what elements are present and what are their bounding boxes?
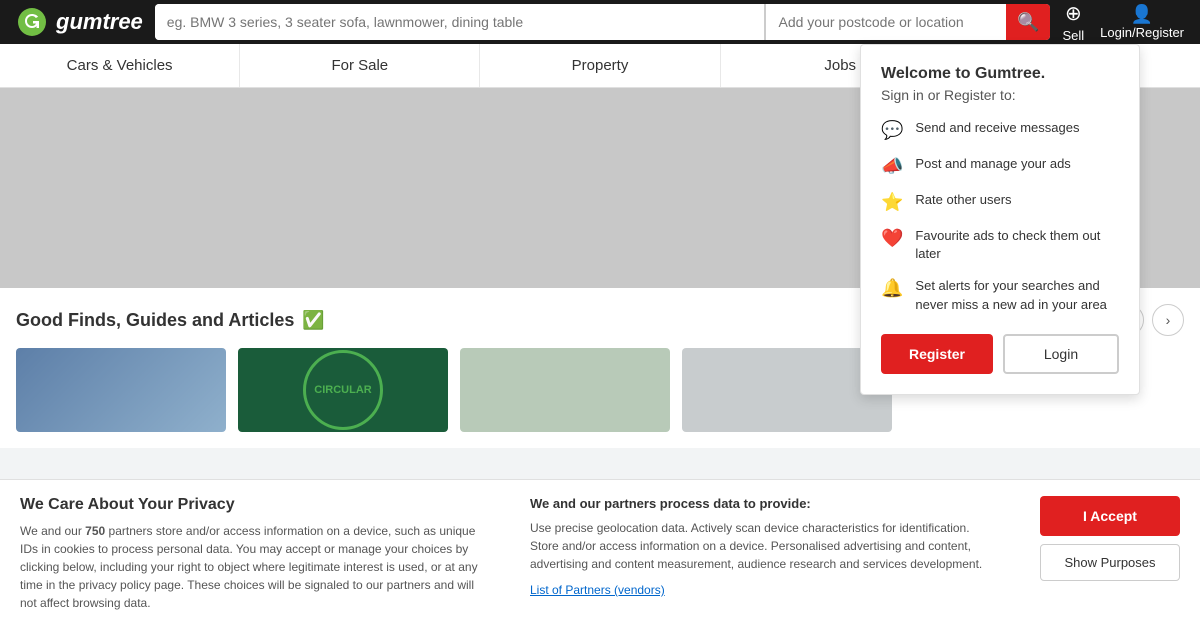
dropdown-actions: Register Login bbox=[881, 334, 1119, 374]
logo[interactable]: gumtree bbox=[16, 6, 143, 38]
dropdown-subtitle: Sign in or Register to: bbox=[881, 87, 1119, 103]
dropdown-item-rate-text: Rate other users bbox=[915, 191, 1011, 209]
logo-text: gumtree bbox=[56, 9, 143, 35]
rate-icon: ⭐ bbox=[881, 192, 903, 213]
privacy-banner: We Care About Your Privacy We and our 75… bbox=[0, 479, 1200, 628]
articles-title: Good Finds, Guides and Articles ✅ bbox=[16, 310, 325, 331]
alerts-icon: 🔔 bbox=[881, 278, 903, 299]
login-label: Login/Register bbox=[1100, 25, 1184, 40]
dropdown-title: Welcome to Gumtree. bbox=[881, 65, 1119, 83]
header-actions: ⊕ Sell 👤 Login/Register bbox=[1062, 1, 1184, 43]
dropdown-item-alerts: 🔔 Set alerts for your searches and never… bbox=[881, 277, 1119, 313]
search-button[interactable]: 🔍 bbox=[1006, 4, 1050, 40]
search-icon: 🔍 bbox=[1017, 12, 1039, 33]
messages-icon: 💬 bbox=[881, 120, 903, 141]
dropdown-item-messages-text: Send and receive messages bbox=[915, 119, 1079, 137]
sell-button[interactable]: ⊕ Sell bbox=[1062, 1, 1084, 43]
location-input[interactable] bbox=[766, 4, 1006, 40]
privacy-right-title: We and our partners process data to prov… bbox=[530, 496, 1000, 511]
dropdown-item-favourite-text: Favourite ads to check them out later bbox=[915, 227, 1119, 263]
privacy-left: We Care About Your Privacy We and our 75… bbox=[20, 496, 490, 612]
search-input[interactable] bbox=[155, 4, 766, 40]
show-purposes-button[interactable]: Show Purposes bbox=[1040, 544, 1180, 581]
dropdown-item-ads: 📣 Post and manage your ads bbox=[881, 155, 1119, 177]
dropdown-item-messages: 💬 Send and receive messages bbox=[881, 119, 1119, 141]
privacy-right-text: Use precise geolocation data. Actively s… bbox=[530, 519, 1000, 573]
register-button[interactable]: Register bbox=[881, 334, 993, 374]
dropdown-item-rate: ⭐ Rate other users bbox=[881, 191, 1119, 213]
articles-title-text: Good Finds, Guides and Articles bbox=[16, 310, 294, 331]
plus-icon: ⊕ bbox=[1062, 1, 1084, 26]
nav-item-cars[interactable]: Cars & Vehicles bbox=[0, 44, 240, 87]
accept-button[interactable]: I Accept bbox=[1040, 496, 1180, 536]
search-bar: 🔍 bbox=[155, 4, 1051, 40]
privacy-text: We and our 750 partners store and/or acc… bbox=[20, 522, 490, 612]
privacy-right: We and our partners process data to prov… bbox=[530, 496, 1000, 599]
nav-item-property[interactable]: Property bbox=[480, 44, 720, 87]
next-arrow-icon: › bbox=[1166, 312, 1171, 328]
user-icon: 👤 bbox=[1131, 4, 1153, 25]
privacy-partner-count: 750 bbox=[85, 524, 105, 538]
favourite-icon: ❤️ bbox=[881, 228, 903, 249]
nav-label-jobs: Jobs bbox=[824, 57, 856, 74]
article-card-3[interactable] bbox=[460, 348, 670, 432]
partners-link[interactable]: List of Partners (vendors) bbox=[530, 583, 665, 597]
verified-icon: ✅ bbox=[302, 310, 324, 331]
header: gumtree 🔍 ⊕ Sell 👤 Login/Register bbox=[0, 0, 1200, 44]
nav-item-forsale[interactable]: For Sale bbox=[240, 44, 480, 87]
privacy-buttons: I Accept Show Purposes bbox=[1040, 496, 1180, 581]
ads-icon: 📣 bbox=[881, 156, 903, 177]
sell-label: Sell bbox=[1062, 28, 1084, 43]
dropdown-item-alerts-text: Set alerts for your searches and never m… bbox=[915, 277, 1119, 313]
nav-label-cars: Cars & Vehicles bbox=[67, 57, 173, 74]
login-action-button[interactable]: Login bbox=[1003, 334, 1119, 374]
article-card-1[interactable] bbox=[16, 348, 226, 432]
nav-label-forsale: For Sale bbox=[331, 57, 388, 74]
logo-icon bbox=[16, 6, 48, 38]
privacy-title: We Care About Your Privacy bbox=[20, 496, 490, 514]
nav-label-property: Property bbox=[572, 57, 629, 74]
circular-badge: CIRCULAR bbox=[303, 350, 383, 430]
login-register-button[interactable]: 👤 Login/Register bbox=[1100, 4, 1184, 40]
dropdown-item-ads-text: Post and manage your ads bbox=[915, 155, 1070, 173]
welcome-dropdown: Welcome to Gumtree. Sign in or Register … bbox=[860, 44, 1140, 395]
article-card-2[interactable]: CIRCULAR bbox=[238, 348, 448, 432]
dropdown-item-favourite: ❤️ Favourite ads to check them out later bbox=[881, 227, 1119, 263]
next-arrow-button[interactable]: › bbox=[1152, 304, 1184, 336]
privacy-text-prefix: We and our bbox=[20, 524, 85, 538]
